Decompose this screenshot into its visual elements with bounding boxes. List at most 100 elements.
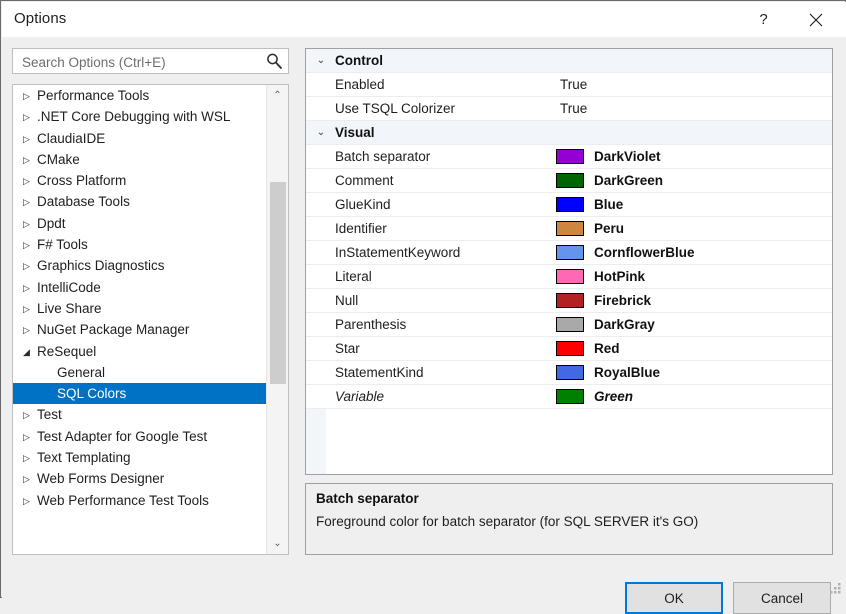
- property-grid[interactable]: ⌄ Control Enabled True Use TSQL Colorizer Tru…: [305, 48, 833, 475]
- tree-item-performance-tools[interactable]: ▷ Performance Tools: [13, 85, 266, 106]
- property-row-statementkind[interactable]: StatementKind RoyalBlue: [306, 361, 832, 385]
- property-value[interactable]: Peru: [594, 217, 624, 240]
- color-swatch[interactable]: [556, 245, 584, 260]
- collapsed-arrow-icon[interactable]: ▷: [23, 448, 37, 469]
- collapsed-arrow-icon[interactable]: ▷: [23, 150, 37, 171]
- tree-item-web-forms-designer[interactable]: ▷ Web Forms Designer: [13, 468, 266, 489]
- collapsed-arrow-icon[interactable]: ▷: [23, 278, 37, 299]
- color-swatch[interactable]: [556, 317, 584, 332]
- scroll-down-icon[interactable]: ⌄: [267, 533, 288, 554]
- tree-item-f-tools[interactable]: ▷ F# Tools: [13, 234, 266, 255]
- collapsed-arrow-icon[interactable]: ▷: [23, 86, 37, 107]
- tree-item-graphics-diagnostics[interactable]: ▷ Graphics Diagnostics: [13, 255, 266, 276]
- property-row-enabled[interactable]: Enabled True: [306, 73, 832, 97]
- tree-item-claudiaide[interactable]: ▷ ClaudiaIDE: [13, 128, 266, 149]
- property-value[interactable]: Green: [594, 385, 633, 408]
- property-value[interactable]: CornflowerBlue: [594, 241, 695, 264]
- collapsed-arrow-icon[interactable]: ▷: [23, 107, 37, 128]
- tree-item-text-templating[interactable]: ▷ Text Templating: [13, 447, 266, 468]
- color-swatch[interactable]: [556, 173, 584, 188]
- property-row-star[interactable]: Star Red: [306, 337, 832, 361]
- cancel-button[interactable]: Cancel: [733, 582, 831, 614]
- color-swatch[interactable]: [556, 293, 584, 308]
- tree-item-general[interactable]: General: [13, 362, 266, 383]
- property-row-use-tsql-colorizer[interactable]: Use TSQL Colorizer True: [306, 97, 832, 121]
- search-icon[interactable]: [265, 52, 283, 70]
- tree-item-nuget-package-manager[interactable]: ▷ NuGet Package Manager: [13, 319, 266, 340]
- property-name: StatementKind: [335, 365, 424, 380]
- close-icon[interactable]: [793, 2, 838, 37]
- tree-item-label: Web Forms Designer: [37, 471, 165, 487]
- color-swatch[interactable]: [556, 221, 584, 236]
- property-row-variable[interactable]: Variable Green: [306, 385, 832, 409]
- collapsed-arrow-icon[interactable]: ▷: [23, 299, 37, 320]
- tree-item-sql-colors[interactable]: SQL Colors: [13, 383, 266, 405]
- color-swatch[interactable]: [556, 269, 584, 284]
- tree-item-dpdt[interactable]: ▷ Dpdt: [13, 213, 266, 234]
- collapsed-arrow-icon[interactable]: ▷: [23, 256, 37, 277]
- tree-item-test-adapter-for-google-test[interactable]: ▷ Test Adapter for Google Test: [13, 426, 266, 447]
- property-value[interactable]: True: [560, 73, 587, 96]
- property-value[interactable]: True: [560, 97, 587, 120]
- collapsed-arrow-icon[interactable]: ▷: [23, 405, 37, 426]
- property-value[interactable]: DarkGreen: [594, 169, 663, 192]
- description-pane: Batch separator Foreground color for bat…: [305, 483, 833, 555]
- resize-grip[interactable]: [830, 583, 842, 595]
- search-box[interactable]: [12, 48, 289, 75]
- help-icon[interactable]: ?: [741, 2, 786, 37]
- scrollbar-thumb[interactable]: [270, 182, 286, 384]
- property-value[interactable]: Red: [594, 337, 620, 360]
- ok-button[interactable]: OK: [625, 582, 723, 614]
- property-value[interactable]: Firebrick: [594, 289, 651, 312]
- tree-item-net-core-debugging-with-wsl[interactable]: ▷ .NET Core Debugging with WSL: [13, 106, 266, 127]
- property-value[interactable]: HotPink: [594, 265, 645, 288]
- tree-item-live-share[interactable]: ▷ Live Share: [13, 298, 266, 319]
- options-tree[interactable]: ▷ Performance Tools ▷ .NET Core Debugging w…: [12, 84, 289, 555]
- color-swatch[interactable]: [556, 365, 584, 380]
- tree-item-intellicode[interactable]: ▷ IntelliCode: [13, 277, 266, 298]
- collapsed-arrow-icon[interactable]: ▷: [23, 427, 37, 448]
- property-value[interactable]: DarkGray: [594, 313, 655, 336]
- collapsed-arrow-icon[interactable]: ▷: [23, 491, 37, 512]
- property-row-null[interactable]: Null Firebrick: [306, 289, 832, 313]
- property-row-literal[interactable]: Literal HotPink: [306, 265, 832, 289]
- color-swatch[interactable]: [556, 149, 584, 164]
- tree-item-resequel[interactable]: ◢ ReSequel: [13, 341, 266, 362]
- property-row-instatementkeyword[interactable]: InStatementKeyword CornflowerBlue: [306, 241, 832, 265]
- collapsed-arrow-icon[interactable]: ▷: [23, 214, 37, 235]
- tree-item-label: ReSequel: [37, 343, 97, 359]
- collapsed-arrow-icon[interactable]: ▷: [23, 171, 37, 192]
- property-value[interactable]: RoyalBlue: [594, 361, 660, 384]
- collapsed-arrow-icon[interactable]: ▷: [23, 235, 37, 256]
- tree-item-web-performance-test-tools[interactable]: ▷ Web Performance Test Tools: [13, 490, 266, 511]
- tree-item-label: .NET Core Debugging with WSL: [37, 109, 231, 125]
- property-row-gluekind[interactable]: GlueKind Blue: [306, 193, 832, 217]
- search-input[interactable]: [20, 49, 259, 75]
- tree-item-cross-platform[interactable]: ▷ Cross Platform: [13, 170, 266, 191]
- tree-item-database-tools[interactable]: ▷ Database Tools: [13, 191, 266, 212]
- expanded-arrow-icon[interactable]: ◢: [23, 342, 37, 363]
- collapsed-arrow-icon[interactable]: ▷: [23, 469, 37, 490]
- color-swatch[interactable]: [556, 341, 584, 356]
- window-title: Options: [14, 10, 67, 27]
- chevron-down-icon[interactable]: ⌄: [314, 49, 328, 72]
- property-row-comment[interactable]: Comment DarkGreen: [306, 169, 832, 193]
- resize-grip-glyph: [830, 583, 841, 594]
- property-category-control[interactable]: ⌄ Control: [306, 49, 832, 73]
- property-value[interactable]: Blue: [594, 193, 623, 216]
- property-row-batch-separator[interactable]: Batch separator DarkViolet: [306, 145, 832, 169]
- collapsed-arrow-icon[interactable]: ▷: [23, 129, 37, 150]
- color-swatch[interactable]: [556, 389, 584, 404]
- collapsed-arrow-icon[interactable]: ▷: [23, 192, 37, 213]
- tree-scrollbar[interactable]: ⌃ ⌄: [266, 85, 288, 554]
- property-value[interactable]: DarkViolet: [594, 145, 661, 168]
- property-row-identifier[interactable]: Identifier Peru: [306, 217, 832, 241]
- collapsed-arrow-icon[interactable]: ▷: [23, 320, 37, 341]
- color-swatch[interactable]: [556, 197, 584, 212]
- property-category-visual[interactable]: ⌄ Visual: [306, 121, 832, 145]
- chevron-down-icon[interactable]: ⌄: [314, 121, 328, 144]
- tree-item-test[interactable]: ▷ Test: [13, 404, 266, 425]
- tree-item-cmake[interactable]: ▷ CMake: [13, 149, 266, 170]
- property-row-parenthesis[interactable]: Parenthesis DarkGray: [306, 313, 832, 337]
- scroll-up-icon[interactable]: ⌃: [267, 85, 288, 106]
